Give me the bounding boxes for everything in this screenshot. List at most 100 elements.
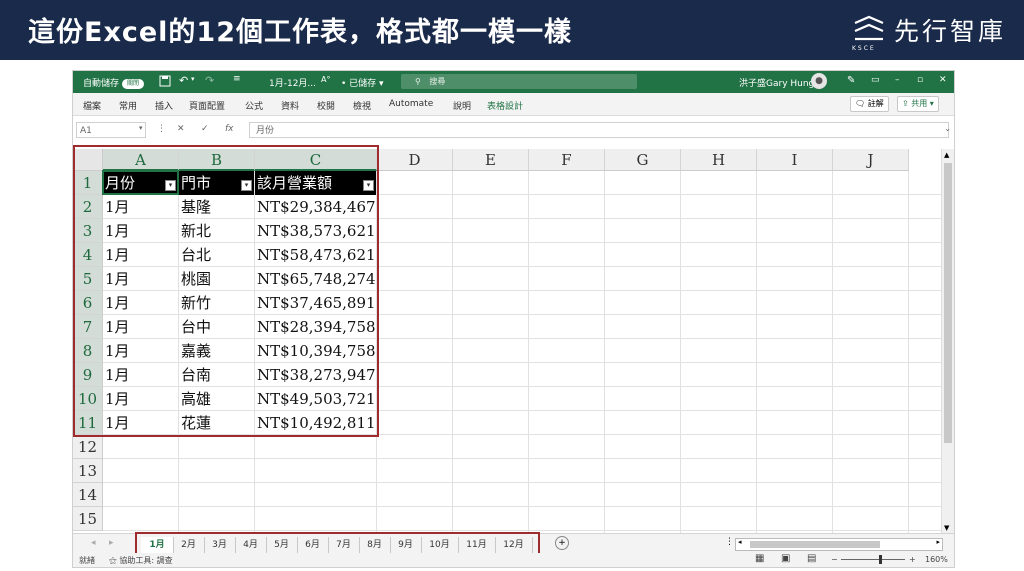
title-bar: 自動儲存 關閉 ↶ ▾ ↷ ≡ 1月-12月... A° • 已儲存 ▾ ⚲ 搜尋… (73, 71, 954, 93)
customize-toolbar-icon[interactable]: ≡ (233, 74, 241, 84)
scroll-down-icon[interactable]: ▼ (944, 524, 949, 532)
name-box-dropdown-icon[interactable]: ▾ (139, 124, 143, 132)
tab-file[interactable]: 檔案 (83, 99, 101, 112)
tab-review[interactable]: 校閱 (317, 99, 335, 112)
hscroll-thumb[interactable] (750, 541, 880, 548)
vertical-scrollbar[interactable]: ▲ ▼ (941, 149, 954, 534)
scroll-left-icon[interactable]: ◂ (738, 538, 742, 546)
column-header-h[interactable]: H (681, 149, 757, 171)
normal-view-icon[interactable]: ▦ (755, 553, 764, 564)
share-button[interactable]: ⇪ 共用 ▾ (897, 96, 939, 112)
zoom-slider[interactable] (841, 559, 905, 560)
brand-logo: KSCE 先行智庫 (852, 12, 1006, 52)
add-sheet-icon[interactable]: + (555, 536, 569, 550)
rename-icon[interactable]: A° (321, 75, 330, 84)
redo-icon[interactable]: ↷ (205, 74, 214, 87)
column-header-d[interactable]: D (377, 149, 453, 171)
formula-bar: A1 ▾ ⋮ ✕ ✓ fx 月份 ⌄ (73, 121, 954, 141)
tab-view[interactable]: 檢視 (353, 99, 371, 112)
fx-icon[interactable]: fx (225, 124, 234, 134)
zoom-out-icon[interactable]: − (831, 555, 838, 564)
gridline-horizontal (103, 482, 941, 483)
tab-page-layout[interactable]: 頁面配置 (189, 99, 225, 112)
column-header-i[interactable]: I (757, 149, 833, 171)
status-ready: 就緒 (79, 556, 95, 565)
cancel-icon[interactable]: ✕ (177, 124, 185, 134)
autosave-toggle[interactable]: 自動儲存 關閉 (83, 76, 145, 89)
gridline-vertical (832, 171, 833, 539)
gridline-vertical (452, 171, 453, 539)
scroll-right-icon[interactable]: ▸ (936, 538, 940, 546)
gridline-vertical (908, 171, 909, 539)
tab-formulas[interactable]: 公式 (245, 99, 263, 112)
restore-icon[interactable]: ▫ (917, 75, 923, 85)
save-icon[interactable] (159, 75, 171, 90)
row-header-14[interactable]: 14 (73, 483, 103, 507)
zoom-level[interactable]: 160% (925, 555, 948, 564)
gridline-horizontal (103, 506, 941, 507)
sheet-tab-bar: ◂ ▸ 1月 2月 3月 4月 5月 6月 7月 8月 9月 10月 11月 12月 + ⋮ ◂ ▸ (73, 532, 954, 556)
logo-mark-icon: KSCE (852, 15, 886, 52)
scroll-thumb[interactable] (944, 163, 952, 443)
save-status[interactable]: • 已儲存 ▾ (341, 76, 384, 89)
tab-table-design[interactable]: 表格設計 (487, 99, 523, 112)
pen-icon[interactable]: ✎ (847, 75, 855, 86)
user-name[interactable]: 洪子盛Gary Hung (739, 76, 814, 89)
undo-icon[interactable]: ↶ (179, 74, 188, 87)
autosave-label: 自動儲存 (83, 79, 120, 89)
close-icon[interactable]: ✕ (939, 75, 947, 85)
sheet-prev-icon[interactable]: ◂ (91, 538, 96, 548)
share-icon: ⇪ (902, 99, 909, 108)
expand-formula-icon[interactable]: ⌄ (944, 124, 951, 133)
row-header-13[interactable]: 13 (73, 459, 103, 483)
enter-icon[interactable]: ✓ (201, 124, 209, 134)
zoom-slider-handle[interactable] (879, 555, 882, 564)
tab-data[interactable]: 資料 (281, 99, 299, 112)
highlight-box-table (73, 145, 379, 437)
page-layout-view-icon[interactable]: ▣ (781, 553, 790, 564)
avatar[interactable]: ● (811, 73, 827, 89)
ribbon-display-icon[interactable]: ▭ (871, 75, 880, 85)
document-title[interactable]: 1月-12月... (269, 76, 316, 89)
formula-input[interactable]: 月份 (249, 122, 949, 138)
more-options-icon[interactable]: ⋮ (157, 124, 166, 134)
sheet-split-icon[interactable]: ⋮ (725, 537, 734, 547)
slide-banner: 這份Excel的12個工作表，格式都一模一樣 KSCE 先行智庫 (0, 0, 1024, 60)
search-placeholder: 搜尋 (429, 77, 446, 86)
page-break-view-icon[interactable]: ▤ (807, 553, 816, 564)
gridline-horizontal (103, 458, 941, 459)
gridline-vertical (756, 171, 757, 539)
comments-label: 註解 (867, 99, 884, 108)
gridline-vertical (680, 171, 681, 539)
column-header-e[interactable]: E (453, 149, 529, 171)
zoom-in-icon[interactable]: + (909, 555, 916, 564)
row-header-12[interactable]: 12 (73, 435, 103, 459)
gridline-vertical (604, 171, 605, 539)
excel-window: 自動儲存 關閉 ↶ ▾ ↷ ≡ 1月-12月... A° • 已儲存 ▾ ⚲ 搜尋… (72, 70, 955, 568)
ribbon-tabs: 檔案 常用 插入 頁面配置 公式 資料 校閱 檢視 Automate 說明 表格… (73, 93, 954, 116)
column-header-g[interactable]: G (605, 149, 681, 171)
comments-button[interactable]: 🗨 註解 (850, 96, 889, 112)
undo-dropdown-icon[interactable]: ▾ (191, 75, 195, 83)
scroll-up-icon[interactable]: ▲ (944, 151, 949, 159)
comment-icon: 🗨 (855, 99, 866, 108)
save-status-text: 已儲存 (349, 79, 377, 89)
search-box[interactable]: ⚲ 搜尋 (401, 74, 637, 89)
row-header-15[interactable]: 15 (73, 507, 103, 531)
tab-automate[interactable]: Automate (389, 99, 433, 109)
banner-title: 這份Excel的12個工作表，格式都一模一樣 (28, 17, 573, 48)
column-header-f[interactable]: F (529, 149, 605, 171)
column-header-j[interactable]: J (833, 149, 909, 171)
name-box[interactable]: A1 (76, 122, 146, 138)
tab-help[interactable]: 說明 (453, 99, 471, 112)
horizontal-scrollbar[interactable]: ◂ ▸ (735, 538, 943, 551)
tab-home[interactable]: 常用 (119, 99, 137, 112)
logo-text: 先行智庫 (893, 17, 1006, 46)
minimize-icon[interactable]: – (895, 75, 900, 85)
accessibility-text: 協助工具: 調查 (119, 556, 173, 565)
sheet-next-icon[interactable]: ▸ (109, 538, 114, 548)
accessibility-status[interactable]: ⚝ 協助工具: 調查 (109, 555, 173, 566)
gridline-horizontal (103, 530, 941, 531)
tab-insert[interactable]: 插入 (155, 99, 173, 112)
share-label: 共用 (911, 99, 928, 108)
